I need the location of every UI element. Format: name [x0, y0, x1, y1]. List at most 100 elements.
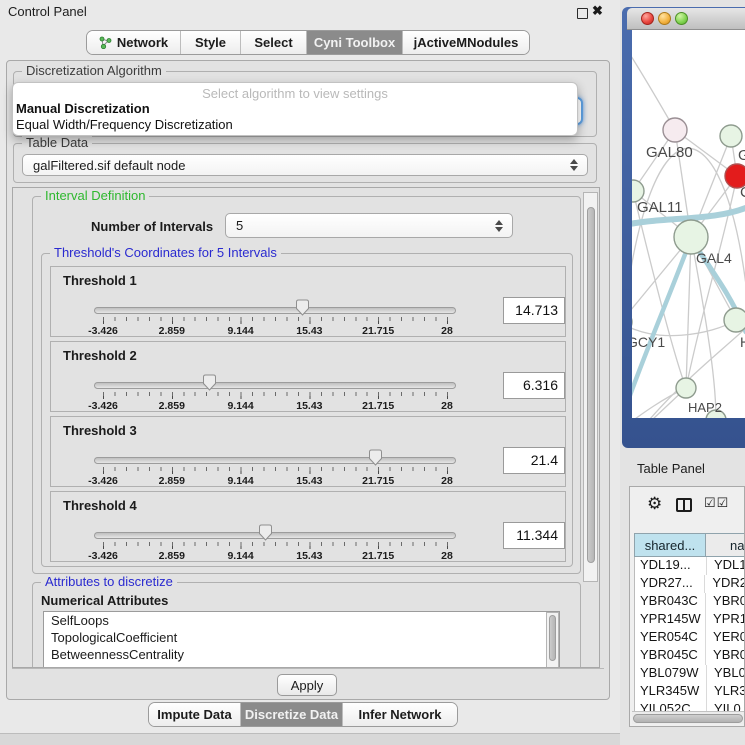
network-node[interactable] — [720, 125, 742, 147]
select-columns-icon[interactable]: ☑☑ — [704, 495, 729, 511]
network-node-gal4[interactable] — [674, 220, 708, 254]
node-label-gcy1: GCY1 — [632, 334, 665, 350]
list-item[interactable]: BetweennessCentrality — [44, 646, 559, 663]
minimize-traffic-light-icon[interactable] — [658, 12, 671, 25]
table-row[interactable]: YBR043CYBR0 — [635, 593, 745, 611]
cell-name[interactable]: YBR0 — [706, 593, 745, 611]
slider-minor-ticks — [103, 542, 449, 546]
tick-label: 21.715 — [362, 475, 394, 487]
slider-thumb[interactable] — [202, 374, 217, 391]
tab-infer-network[interactable]: Infer Network — [343, 703, 457, 726]
tick-label: 28 — [441, 550, 453, 562]
network-node[interactable] — [724, 308, 745, 332]
table-row[interactable]: YBR045CYBR0 — [635, 647, 745, 665]
tick-label: 9.144 — [227, 325, 253, 337]
table-row[interactable]: YPR145WYPR1 — [635, 611, 745, 629]
node-label-hap2: HAP2 — [688, 400, 722, 415]
table-row[interactable]: YDR27...YDR2 — [635, 575, 745, 593]
list-item[interactable]: SelfLoops — [44, 612, 559, 629]
threshold-3-slider[interactable]: -3.426 2.859 9.144 15.43 21.715 28 — [94, 449, 456, 487]
tick-label: 9.144 — [227, 550, 253, 562]
threshold-1-value-field[interactable]: 14.713 — [503, 297, 565, 324]
cell-name[interactable]: YER0 — [706, 629, 745, 647]
column-header-name[interactable]: na — [706, 533, 745, 557]
cell-name[interactable]: YBR0 — [706, 647, 745, 665]
cell-shared-name[interactable]: YBR045C — [635, 647, 706, 665]
tab-network[interactable]: Network — [87, 31, 181, 54]
threshold-1-label: Threshold 1 — [63, 273, 137, 288]
attributes-list[interactable]: SelfLoops TopologicalCoefficient Between… — [43, 611, 560, 668]
scrollbar-thumb[interactable] — [587, 207, 595, 563]
tick-label: 15.43 — [296, 325, 322, 337]
cell-name[interactable]: YLR3 — [707, 683, 745, 701]
tick-label: 9.144 — [227, 400, 253, 412]
close-icon[interactable]: ✖ — [592, 3, 603, 19]
network-canvas[interactable]: GAL80 G C GAL11 GAL4 GCY1 H HAP2 — [632, 30, 745, 418]
threshold-4-slider[interactable]: -3.426 2.859 9.144 15.43 21.715 28 — [94, 524, 456, 562]
interval-definition-title: Interval Definition — [41, 188, 149, 203]
slider-thumb[interactable] — [295, 299, 310, 316]
tab-jactivemnodules[interactable]: jActiveMNodules — [403, 31, 529, 54]
gear-icon[interactable]: ⚙ — [647, 494, 662, 514]
cell-name[interactable]: YBL0 — [707, 665, 745, 683]
threshold-2-label: Threshold 2 — [63, 348, 137, 363]
network-node-gal80[interactable] — [663, 118, 687, 142]
node-label-gal11: GAL11 — [637, 199, 683, 216]
discretization-algorithm-title: Discretization Algorithm — [22, 63, 166, 78]
cell-name[interactable]: YIL0 — [707, 701, 741, 711]
cell-shared-name[interactable]: YIL052C — [635, 701, 707, 711]
tab-discretize-data[interactable]: Discretize Data — [241, 703, 343, 726]
close-traffic-light-icon[interactable] — [641, 12, 654, 25]
table-data-combo[interactable]: galFiltered.sif default node — [22, 154, 588, 176]
threshold-4-value-field[interactable]: 11.344 — [503, 522, 565, 549]
num-intervals-combo[interactable]: 5 — [225, 213, 513, 238]
scrollbar-thumb[interactable] — [633, 714, 743, 723]
threshold-2-value-field[interactable]: 6.316 — [503, 372, 565, 399]
slider-thumb[interactable] — [368, 449, 383, 466]
tab-cyni-toolbox[interactable]: Cyni Toolbox — [307, 31, 403, 54]
table-row[interactable]: YLR345WYLR3 — [635, 683, 745, 701]
node-label-cut-g: G — [738, 147, 745, 164]
threshold-2-slider[interactable]: -3.426 2.859 9.144 15.43 21.715 28 — [94, 374, 456, 412]
popup-item-manual-discretization[interactable]: Manual Discretization — [16, 101, 150, 116]
float-window-icon[interactable] — [577, 8, 588, 19]
table-row[interactable]: YIL052CYIL0 — [635, 701, 745, 711]
threshold-1-panel: Threshold 1 -3.426 2.859 9.144 15.43 — [50, 266, 566, 337]
settings-scrollbar[interactable] — [583, 192, 598, 582]
table-row[interactable]: YER054CYER0 — [635, 629, 745, 647]
table-row[interactable]: YBL079WYBL0 — [635, 665, 745, 683]
tab-impute-data[interactable]: Impute Data — [149, 703, 241, 726]
threshold-3-value-field[interactable]: 21.4 — [503, 447, 565, 474]
tab-style[interactable]: Style — [181, 31, 241, 54]
cell-name[interactable]: YPR1 — [706, 611, 745, 629]
cell-shared-name[interactable]: YDR27... — [635, 575, 705, 593]
apply-button[interactable]: Apply — [277, 674, 337, 696]
node-label-cut-c: C — [740, 184, 745, 201]
network-graph: GAL80 G C GAL11 GAL4 GCY1 H HAP2 — [632, 30, 745, 418]
cell-name[interactable]: YDR2 — [705, 575, 745, 593]
cell-shared-name[interactable]: YPR145W — [635, 611, 706, 629]
slider-thumb[interactable] — [258, 524, 273, 541]
split-pane-icon[interactable] — [676, 498, 692, 512]
table-row[interactable]: YDL19...YDL1 — [635, 557, 745, 575]
cell-shared-name[interactable]: YBR043C — [635, 593, 706, 611]
cell-shared-name[interactable]: YDL19... — [635, 557, 707, 575]
popup-item-equal-width-frequency[interactable]: Equal Width/Frequency Discretization — [16, 117, 233, 132]
zoom-traffic-light-icon[interactable] — [675, 12, 688, 25]
tab-select[interactable]: Select — [241, 31, 307, 54]
column-header-shared-name[interactable]: shared... — [634, 533, 706, 557]
list-item[interactable]: TopologicalCoefficient — [44, 629, 559, 646]
cell-shared-name[interactable]: YER054C — [635, 629, 706, 647]
cell-shared-name[interactable]: YLR345W — [635, 683, 707, 701]
threshold-1-slider[interactable]: -3.426 2.859 9.144 15.43 21.715 28 — [94, 299, 456, 337]
scrollbar-thumb[interactable] — [549, 615, 556, 661]
network-window-titlebar — [627, 8, 745, 30]
cell-shared-name[interactable]: YBL079W — [635, 665, 707, 683]
table-horizontal-scrollbar[interactable] — [632, 711, 744, 724]
cell-name[interactable]: YDL1 — [707, 557, 745, 575]
attributes-group: Attributes to discretize Numerical Attri… — [32, 582, 581, 668]
attributes-list-scrollbar[interactable] — [546, 612, 559, 668]
network-node-hap2[interactable] — [676, 378, 696, 398]
tick-label: 2.859 — [159, 325, 185, 337]
combo-arrows-icon — [495, 220, 503, 232]
